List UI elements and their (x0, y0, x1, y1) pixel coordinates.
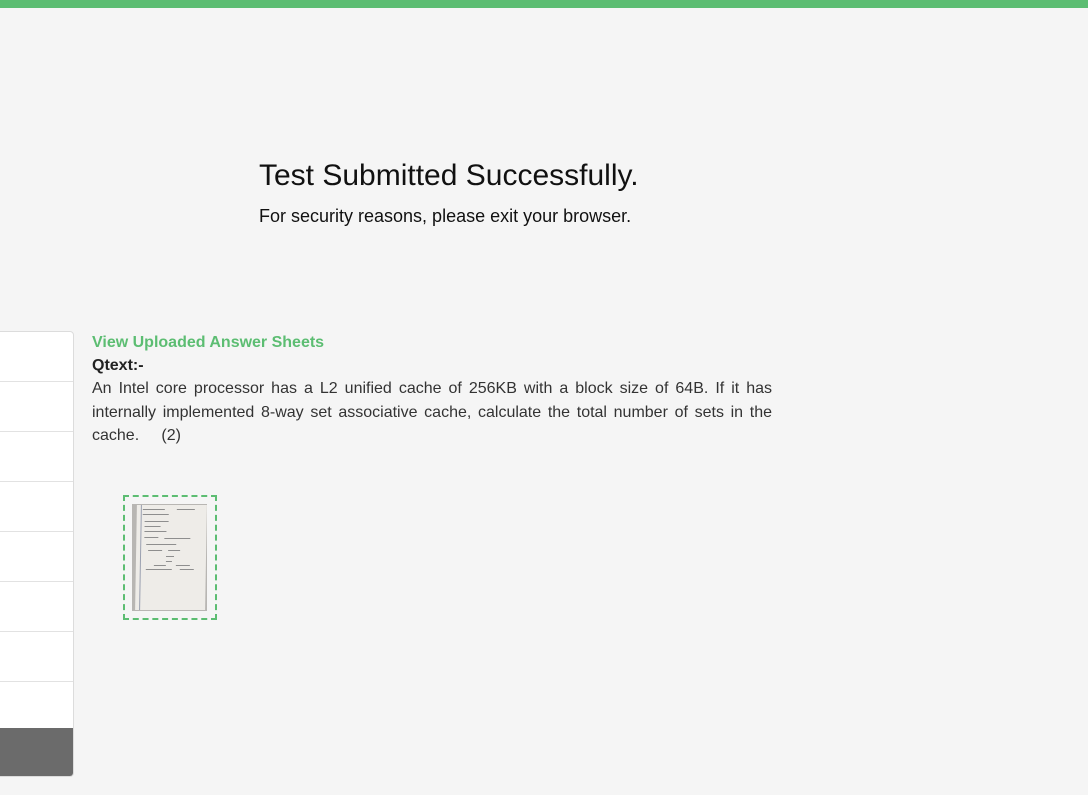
answer-sheet-section: View Uploaded Answer Sheets Qtext:- An I… (92, 333, 772, 448)
nav-row[interactable] (0, 382, 73, 432)
answer-sheet-image (132, 504, 207, 611)
nav-row[interactable] (0, 582, 73, 632)
answer-sheet-thumbnail[interactable] (123, 495, 217, 620)
question-navigation-panel (0, 331, 74, 777)
answer-sheet-paper (135, 505, 207, 610)
nav-row[interactable] (0, 682, 73, 732)
nav-row[interactable] (0, 632, 73, 682)
view-uploaded-answer-sheets-link[interactable]: View Uploaded Answer Sheets (92, 333, 324, 353)
nav-row[interactable] (0, 482, 73, 532)
top-accent-bar (0, 0, 1088, 8)
qtext-label: Qtext:- (92, 357, 144, 374)
question-text: An Intel core processor has a L2 unified… (92, 380, 772, 444)
security-message: For security reasons, please exit your b… (259, 206, 632, 226)
nav-row[interactable] (0, 332, 73, 382)
nav-row[interactable] (0, 532, 73, 582)
success-title: Test Submitted Successfully. (259, 159, 639, 192)
nav-row[interactable] (0, 432, 73, 482)
nav-panel-footer[interactable] (0, 728, 73, 776)
submission-status: Test Submitted Successfully. For securit… (259, 158, 639, 227)
